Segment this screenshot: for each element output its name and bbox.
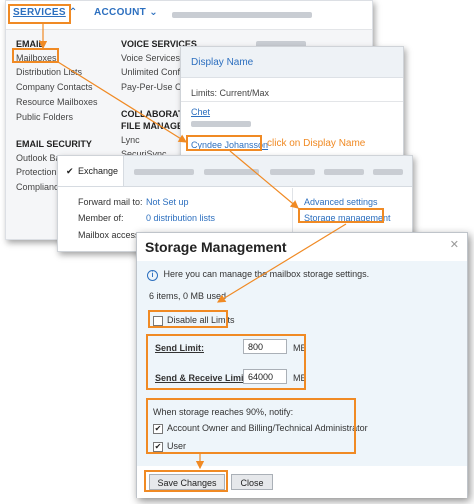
click-display-name-annotation: click on Display Name [267,138,366,149]
annotation-arrows [38,24,347,470]
